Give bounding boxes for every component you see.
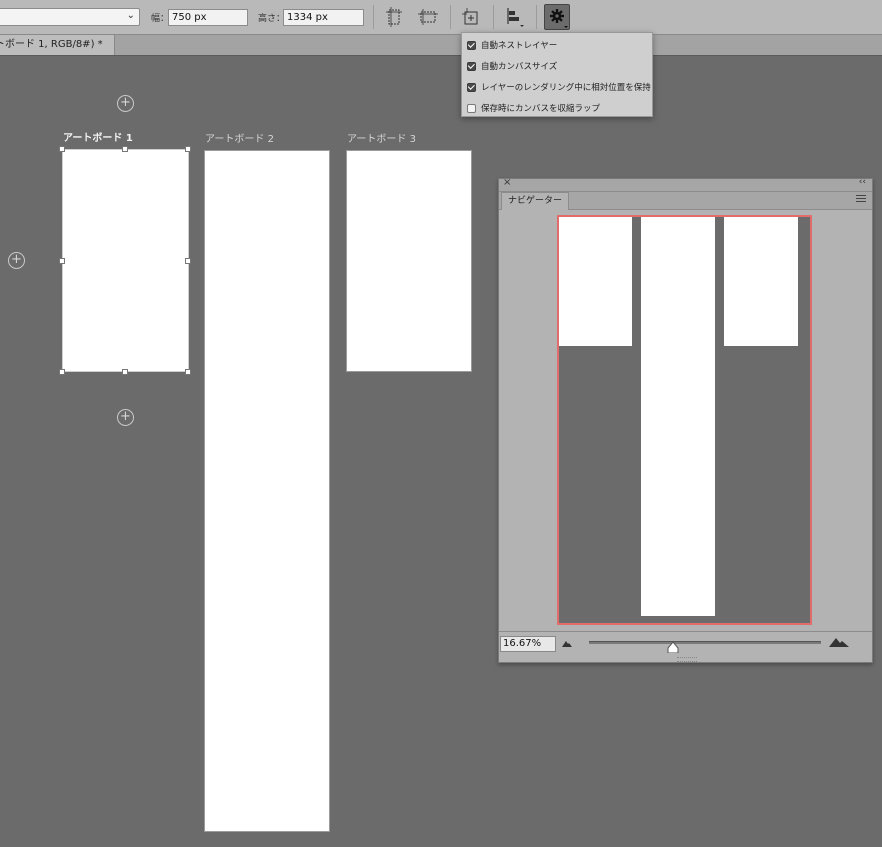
preserve-relative-position-option[interactable]: レイヤーのレンダリング中に相対位置を保持 — [467, 80, 651, 94]
artboard-1-label[interactable]: アートボード 1 — [63, 129, 133, 144]
panel-tab-row: ナビゲーター — [499, 192, 872, 210]
resize-handle[interactable] — [185, 258, 191, 264]
width-input[interactable]: 750 px — [168, 9, 248, 26]
chevron-down-icon: ⌄ — [126, 10, 135, 21]
document-tab-title: トボード 1, RGB/8#) * — [0, 39, 103, 50]
shrink-wrap-canvas-option[interactable]: 保存時にカンバスを収縮ラップ — [467, 101, 600, 115]
artboard-3-label[interactable]: アートボード 3 — [347, 130, 416, 145]
toolbar-divider — [450, 5, 451, 29]
checkbox-checked-icon[interactable] — [467, 61, 476, 71]
zoom-input[interactable]: 16.67% — [500, 636, 556, 652]
align-left-icon — [507, 8, 524, 27]
align-button[interactable] — [503, 5, 527, 29]
option-label: 保存時にカンバスを収縮ラップ — [481, 104, 601, 114]
resize-handle[interactable] — [59, 146, 65, 152]
options-bar: ⌄ 幅： 750 px 高さ： 1334 px — [0, 0, 882, 35]
zoom-out-icon[interactable] — [562, 640, 572, 647]
navigator-panel: × ‹‹ ナビゲーター 16.67% — [498, 177, 873, 663]
auto-nest-layers-option[interactable]: 自動ネストレイヤー — [467, 38, 557, 52]
add-artboard-button[interactable] — [459, 5, 483, 29]
zoom-slider-thumb[interactable] — [667, 642, 679, 653]
toolbar-divider — [373, 5, 374, 29]
tab-navigator[interactable]: ナビゲーター — [501, 192, 570, 210]
option-label: 自動ネストレイヤー — [481, 41, 558, 51]
landscape-orientation-button[interactable] — [416, 5, 440, 29]
settings-gear-button[interactable] — [544, 4, 570, 30]
landscape-icon — [418, 9, 438, 25]
option-label: レイヤーのレンダリング中に相対位置を保持 — [481, 83, 651, 93]
zoom-slider[interactable] — [589, 641, 821, 644]
checkbox-checked-icon[interactable] — [467, 82, 476, 92]
artboard-preset-select[interactable]: ⌄ — [0, 8, 140, 26]
gear-icon — [550, 9, 568, 28]
resize-handle[interactable] — [185, 369, 191, 375]
panel-title-bar[interactable]: × ‹‹ — [499, 177, 872, 192]
add-artboard-icon — [462, 8, 478, 25]
checkbox-unchecked-icon[interactable] — [467, 103, 476, 113]
resize-handle[interactable] — [122, 369, 128, 375]
add-artboard-left-button[interactable]: + — [8, 252, 25, 269]
toolbar-divider — [536, 5, 537, 29]
artboard-2[interactable] — [204, 150, 330, 832]
resize-handle[interactable] — [122, 146, 128, 152]
toolbar-divider — [493, 5, 494, 29]
zoom-in-icon[interactable] — [829, 637, 849, 647]
artboard-2-label[interactable]: アートボード 2 — [205, 130, 274, 145]
document-tab-bar: トボード 1, RGB/8#) * — [0, 35, 882, 56]
artboard-1[interactable] — [62, 149, 189, 372]
width-label: 幅： — [151, 14, 170, 24]
height-label: 高さ： — [258, 14, 286, 24]
resize-handle[interactable] — [59, 258, 65, 264]
close-icon[interactable]: × — [503, 177, 511, 188]
resize-grip[interactable] — [677, 657, 697, 662]
resize-handle[interactable] — [185, 146, 191, 152]
artboard-3[interactable] — [346, 150, 472, 372]
portrait-orientation-button[interactable] — [382, 5, 406, 29]
checkbox-checked-icon[interactable] — [467, 40, 476, 50]
document-tab[interactable]: トボード 1, RGB/8#) * — [0, 35, 115, 55]
artboard-settings-menu: 自動ネストレイヤー 自動カンバスサイズ レイヤーのレンダリング中に相対位置を保持… — [461, 32, 653, 117]
panel-menu-icon[interactable] — [856, 195, 866, 204]
resize-handle[interactable] — [59, 369, 65, 375]
option-label: 自動カンバスサイズ — [481, 62, 558, 72]
zoom-controls: 16.67% — [499, 631, 872, 654]
collapse-icon[interactable]: ‹‹ — [859, 177, 866, 187]
auto-canvas-size-option[interactable]: 自動カンバスサイズ — [467, 59, 557, 73]
height-input[interactable]: 1334 px — [283, 9, 364, 26]
add-artboard-below-button[interactable]: + — [117, 409, 134, 426]
view-frame[interactable] — [557, 215, 812, 625]
add-artboard-above-button[interactable]: + — [117, 95, 134, 112]
portrait-icon — [386, 7, 402, 27]
